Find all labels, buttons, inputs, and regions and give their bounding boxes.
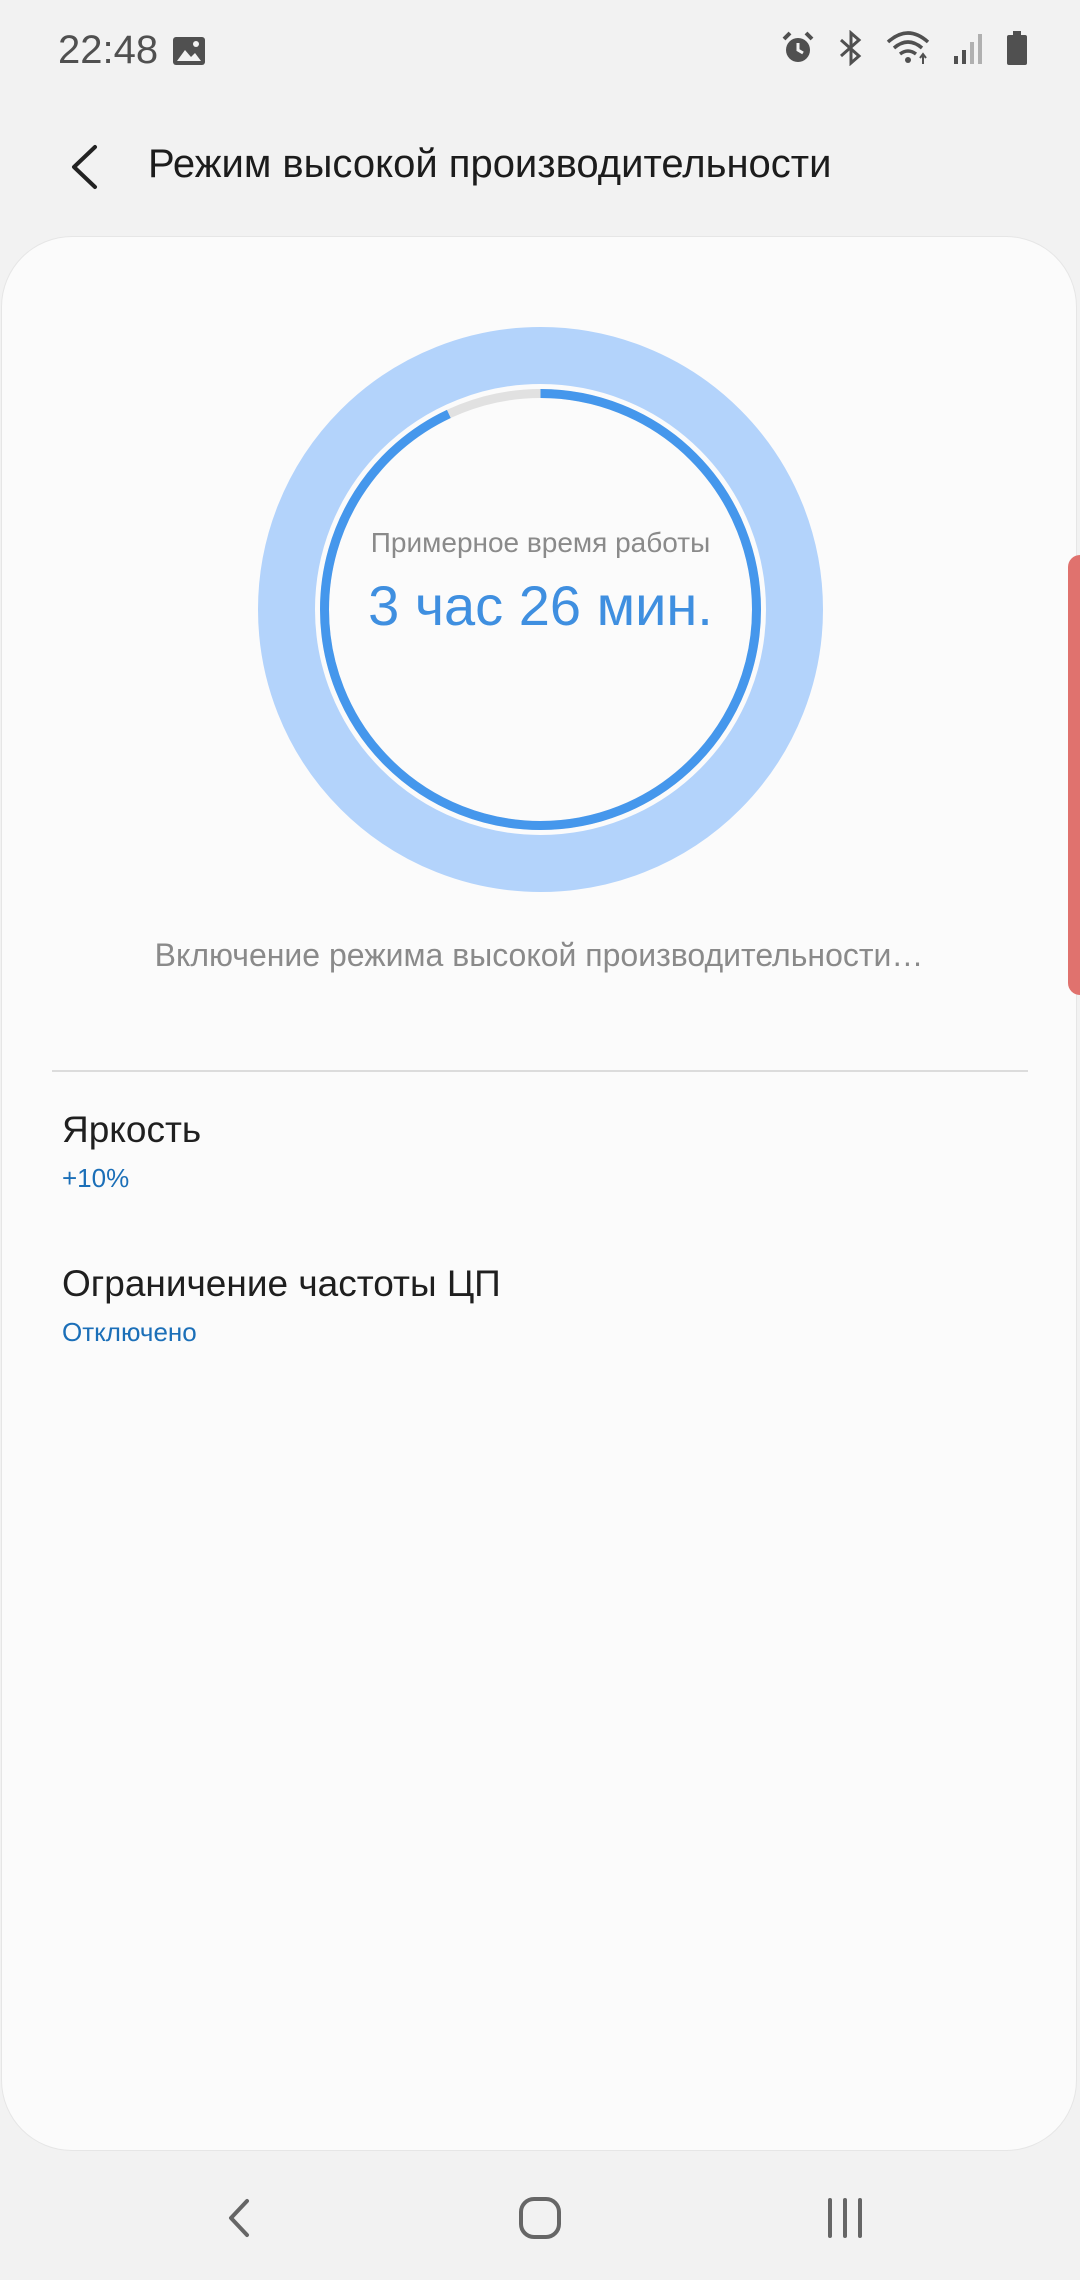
estimate-label: Примерное время работы: [370, 527, 711, 558]
estimate-value: 3 час 26 мин.: [368, 574, 713, 637]
alarm-icon: [780, 30, 816, 66]
signal-icon: [952, 30, 984, 66]
status-bar: 22:48: [0, 0, 1080, 104]
setting-brightness[interactable]: Яркость +10%: [62, 1109, 201, 1194]
navigation-bar: [0, 2150, 1080, 2280]
back-arrow-icon: [69, 144, 99, 195]
edge-panel-handle[interactable]: [1068, 555, 1080, 995]
home-button[interactable]: [500, 2180, 580, 2260]
status-message: Включение режима высокой производительно…: [154, 937, 924, 973]
setting-title: Яркость: [62, 1109, 202, 1150]
setting-cpu-limit[interactable]: Ограничение частоты ЦП Отключено: [62, 1263, 501, 1348]
home-icon: [517, 2195, 563, 2246]
content-card: Примерное время работы 3 час 26 мин. Вкл…: [2, 237, 1076, 2150]
battery-icon: [1006, 30, 1028, 66]
back-button[interactable]: [54, 134, 114, 204]
setting-value: Отключено: [62, 1317, 197, 1347]
wifi-icon: [886, 30, 930, 66]
gallery-icon: [172, 34, 206, 73]
recents-button[interactable]: [805, 2180, 885, 2260]
battery-time-ring: Примерное время работы 3 час 26 мин.: [258, 327, 823, 892]
recents-icon: [822, 2195, 868, 2246]
setting-value: +10%: [62, 1163, 130, 1193]
bluetooth-icon: [838, 30, 864, 66]
setting-title: Ограничение частоты ЦП: [62, 1263, 501, 1304]
status-time: 22:48: [58, 28, 159, 72]
app-header: Режим высокой производительности: [0, 104, 1080, 234]
page-title: Режим высокой производительности: [148, 142, 832, 186]
nav-back-button[interactable]: [200, 2180, 280, 2260]
divider: [52, 1070, 1028, 1072]
nav-back-icon: [225, 2195, 255, 2246]
